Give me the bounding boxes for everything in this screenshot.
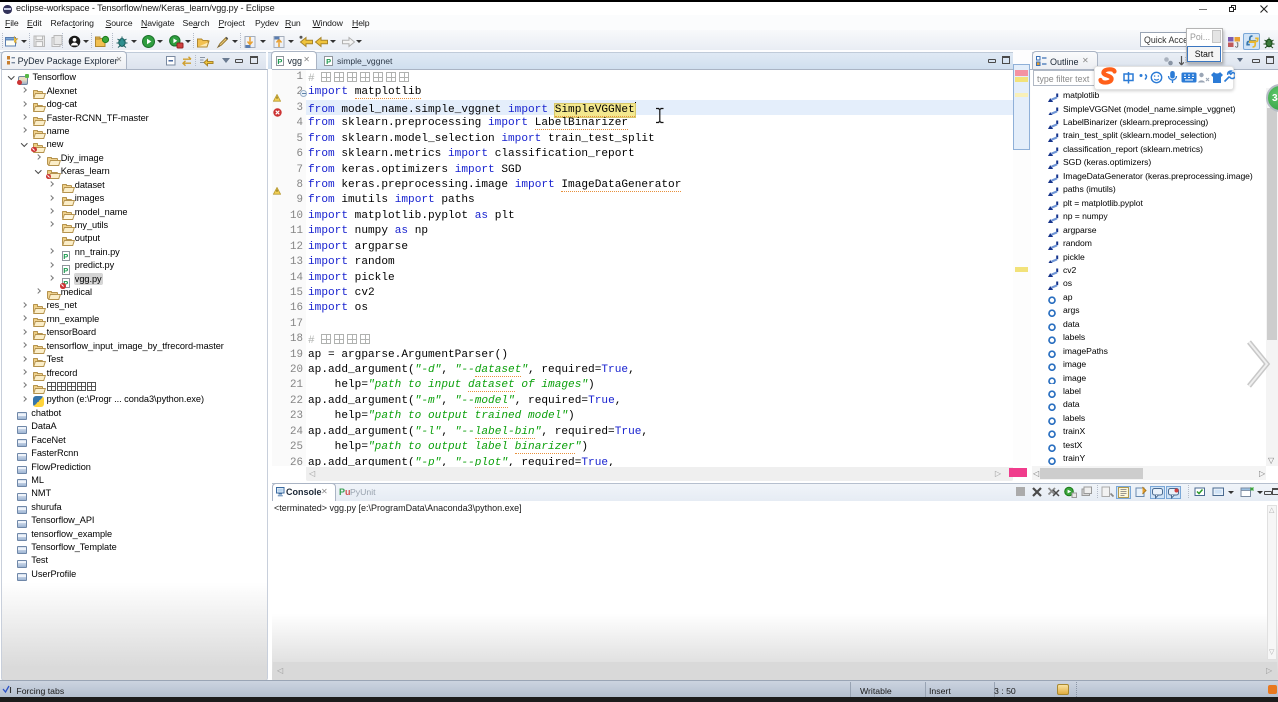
svg-text:J: J (1235, 41, 1239, 50)
